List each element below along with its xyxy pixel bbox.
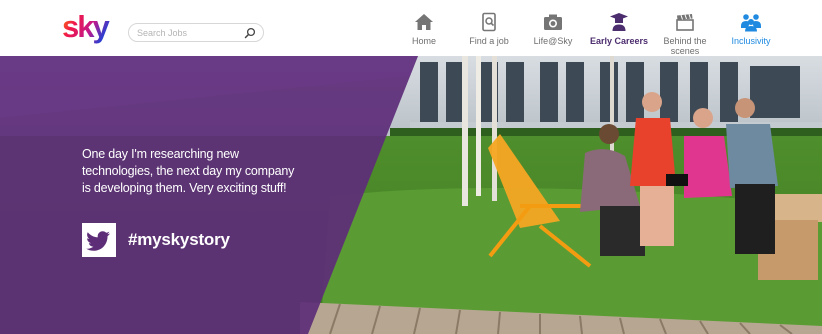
nav-life-at-sky-label: Life@Sky [533, 36, 573, 46]
nav-home[interactable]: Home [404, 0, 444, 56]
nav-early-careers[interactable]: Early Careers [588, 0, 650, 56]
nav-behind-label-line1: Behind the [663, 36, 707, 46]
nav-life-at-sky[interactable]: Life@Sky [530, 0, 576, 56]
search-input[interactable] [137, 25, 237, 40]
graduate-icon [610, 13, 628, 31]
people-icon [741, 14, 761, 32]
hashtag-text[interactable]: #myskystory [128, 230, 230, 250]
nav-behind-label-line2: scenes [670, 46, 700, 56]
nav-inclusivity[interactable]: Inclusivity [724, 0, 778, 56]
twitter-button[interactable] [82, 223, 116, 257]
clapperboard-icon [676, 14, 694, 31]
home-icon [415, 14, 433, 30]
nav-find-job[interactable]: Find a job [464, 0, 514, 56]
hero-banner: One day I'm researching new technologies… [0, 56, 822, 334]
nav-home-label: Home [411, 36, 436, 46]
camera-icon [544, 14, 562, 30]
nav-early-careers-label: Early Careers [589, 36, 649, 46]
site-header: sky Home Find a job Life@Sky [0, 0, 822, 56]
hero-quote: One day I'm researching new technologies… [82, 147, 295, 195]
nav-behind-label: Behind the scenes [658, 36, 712, 56]
nav-find-job-label: Find a job [469, 36, 509, 46]
nav-inclusivity-label: Inclusivity [731, 36, 771, 46]
search-icon[interactable] [244, 27, 256, 39]
twitter-icon [86, 231, 110, 251]
sky-logo[interactable]: sky [62, 8, 118, 48]
search-box [128, 23, 264, 42]
nav-behind-the-scenes[interactable]: Behind the scenes [658, 0, 712, 56]
svg-text:sky: sky [62, 9, 110, 44]
find-job-icon [482, 12, 496, 32]
